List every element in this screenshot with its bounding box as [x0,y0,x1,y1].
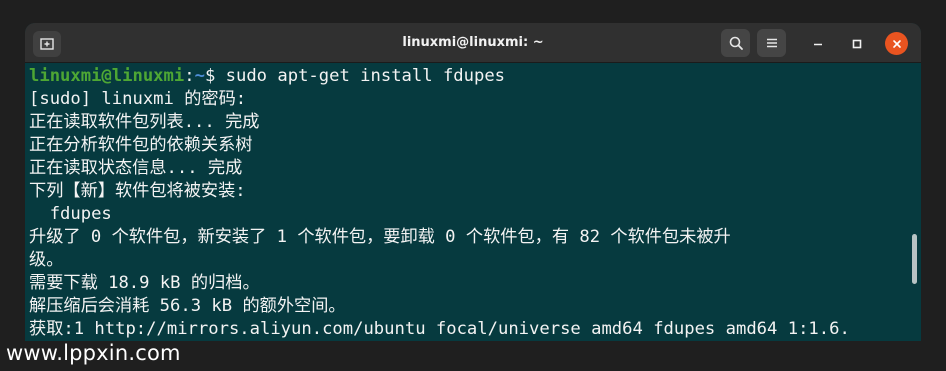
terminal-output[interactable]: linuxmi@linuxmi:~$ sudo apt-get install … [29,65,909,341]
close-icon [892,39,901,48]
output-line: [sudo] linuxmi 的密码: [29,89,247,109]
minimize-button[interactable] [806,32,829,55]
search-icon [729,36,743,50]
watermark: www.lppxin.com [6,341,181,365]
output-line: 解压缩后会消耗 56.3 kB 的额外空间。 [29,296,346,316]
maximize-button[interactable] [845,32,868,55]
output-line: 需要下载 18.9 kB 的归档。 [29,273,260,293]
output-line: 正在分析软件包的依赖关系树 [29,135,253,155]
vertical-scrollbar[interactable] [912,234,917,284]
minimize-icon [813,43,822,45]
new-tab-icon [40,38,54,50]
new-tab-button[interactable] [33,31,61,57]
hamburger-menu-icon [766,38,777,48]
prompt-separator: : [184,66,195,86]
title-bar[interactable]: linuxmi@linuxmi: ~ [25,23,921,63]
output-line: 升级了 0 个软件包，新安装了 1 个软件包，要卸载 0 个软件包，有 82 个… [29,227,731,247]
output-line: 下列【新】软件包将被安装: [29,181,246,201]
output-line: 获取:1 http://mirrors.aliyun.com/ubuntu fo… [29,319,850,339]
menu-button[interactable] [757,29,786,57]
command-text: sudo apt-get install fdupes [225,66,506,86]
close-button[interactable] [885,32,908,55]
maximize-icon [852,39,861,48]
output-line: fdupes [29,204,112,224]
output-line: 级。 [29,250,64,270]
command-line: linuxmi@linuxmi:~$ sudo apt-get install … [29,65,909,88]
prompt-user-host: linuxmi@linuxmi [29,66,185,86]
prompt-symbol: $ [204,66,226,86]
output-line: 正在读取软件包列表... 完成 [29,112,260,132]
window-title: linuxmi@linuxmi: ~ [402,35,544,50]
terminal-window: linuxmi@linuxmi: ~ linuxmi@linuxmi:~$ su… [25,23,921,341]
prompt-path: ~ [194,66,205,86]
search-button[interactable] [721,29,750,57]
output-line: 正在读取状态信息... 完成 [29,158,243,178]
